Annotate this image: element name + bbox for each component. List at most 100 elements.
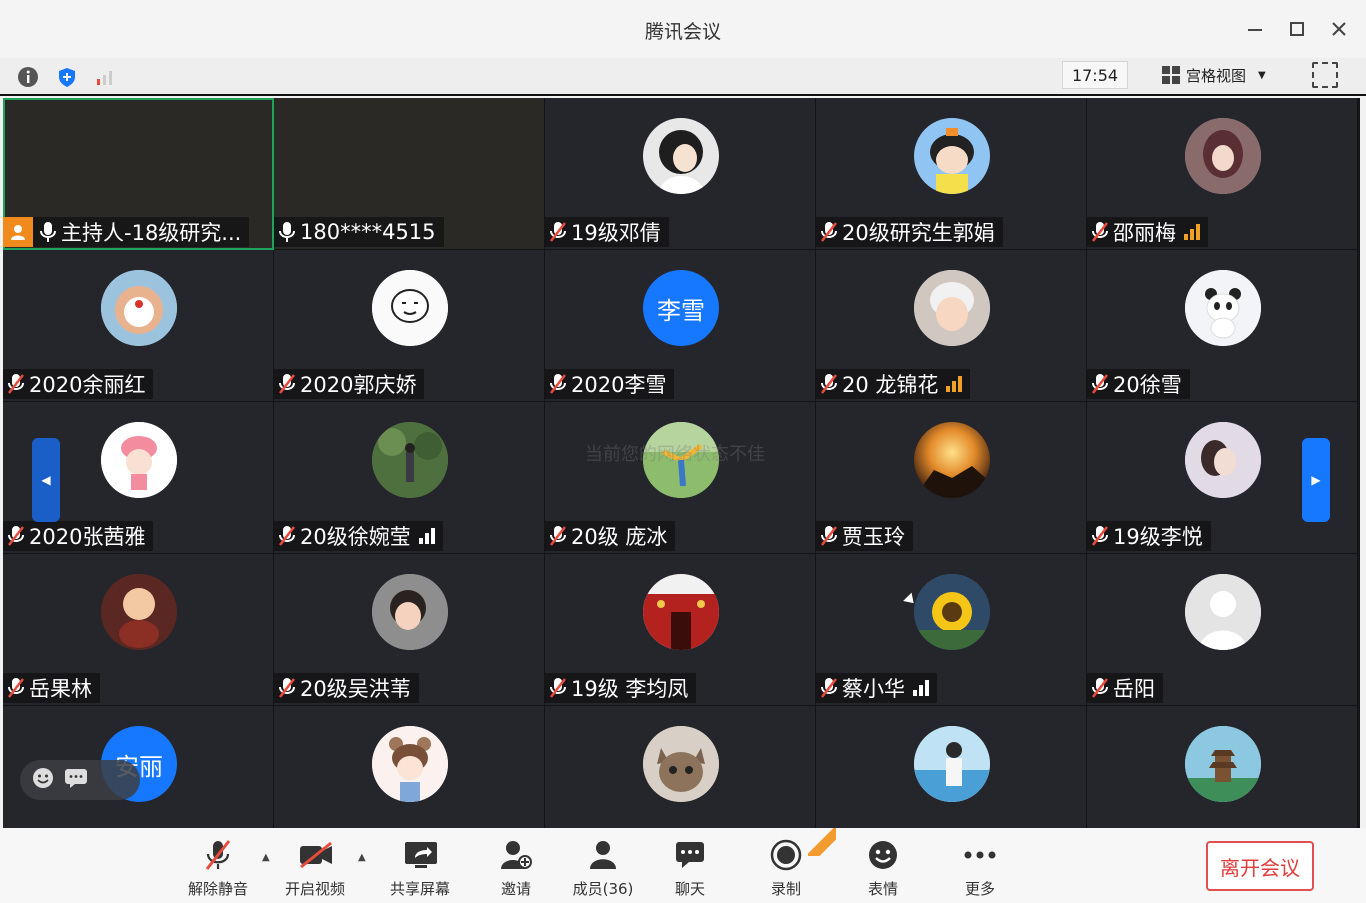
participant-tile[interactable]: 20级 庞冰 bbox=[545, 402, 816, 554]
participant-name: 岳果林 bbox=[29, 677, 92, 701]
participant-tile[interactable]: 20徐雪 bbox=[1087, 250, 1358, 402]
audio-options-chevron-icon[interactable]: ▲ bbox=[262, 852, 270, 863]
cartoon-girl-bear-avatar bbox=[372, 726, 448, 802]
participant-tile[interactable]: 李雪 2020李雪 bbox=[545, 250, 816, 402]
participant-tile[interactable]: 20级研究生郭娟 bbox=[816, 98, 1087, 250]
participant-tile[interactable]: 岳果林 bbox=[3, 554, 274, 706]
participant-tile[interactable]: 19级 李均凤 bbox=[545, 554, 816, 706]
participant-tile[interactable]: 贾玉玲 bbox=[816, 402, 1087, 554]
fullscreen-icon[interactable] bbox=[1312, 62, 1338, 88]
unmute-button[interactable]: 解除静音 bbox=[178, 838, 258, 899]
child-photo-avatar bbox=[372, 574, 448, 650]
mic-muted-icon bbox=[550, 222, 566, 242]
participant-name: 180****4515 bbox=[300, 220, 436, 244]
emoji-icon[interactable] bbox=[32, 767, 54, 793]
network-warning-text: 当前您的网络状态不佳 bbox=[585, 444, 765, 465]
members-button[interactable]: 成员(36) bbox=[563, 838, 643, 899]
participant-name: 20级徐婉莹 bbox=[300, 525, 411, 549]
record-button[interactable]: 录制 bbox=[746, 838, 826, 899]
leave-meeting-button[interactable]: 离开会议 bbox=[1206, 841, 1314, 891]
more-dots-icon bbox=[963, 838, 997, 872]
participant-name-bar: 20级研究生郭娟 bbox=[816, 217, 1003, 247]
participant-tile[interactable]: 20 龙锦花 bbox=[816, 250, 1087, 402]
panda-avatar bbox=[1185, 270, 1261, 346]
more-button[interactable]: 更多 bbox=[940, 838, 1020, 899]
participant-tile[interactable] bbox=[545, 706, 816, 828]
cat-avatar bbox=[643, 726, 719, 802]
participant-tile[interactable]: 2020余丽红 bbox=[3, 250, 274, 402]
participant-tile[interactable]: 邵丽梅 bbox=[1087, 98, 1358, 250]
participant-name: 邵丽梅 bbox=[1113, 221, 1176, 245]
participant-tile[interactable] bbox=[274, 706, 545, 828]
mic-on-icon bbox=[279, 222, 295, 242]
info-icon[interactable] bbox=[15, 64, 41, 90]
participant-name: 20 龙锦花 bbox=[842, 373, 939, 397]
signal-strength-icon[interactable] bbox=[92, 64, 118, 90]
mic-muted-icon bbox=[1092, 222, 1108, 242]
start-video-button[interactable]: 开启视频 bbox=[275, 838, 355, 899]
baby-photo-avatar bbox=[914, 270, 990, 346]
participant-tile[interactable]: 主持人-18级研究... bbox=[3, 98, 274, 250]
shield-icon[interactable] bbox=[54, 64, 80, 90]
mic-muted-icon bbox=[1092, 374, 1108, 394]
participant-name-bar: 20级吴洪苇 bbox=[274, 673, 419, 703]
participant-name: 19级 李均凤 bbox=[571, 677, 689, 701]
participant-name: 20徐雪 bbox=[1113, 373, 1182, 397]
cartoon-girl-pink-avatar bbox=[101, 422, 177, 498]
participant-tile[interactable] bbox=[816, 706, 1087, 828]
participant-tile[interactable] bbox=[1087, 706, 1358, 828]
participant-tile[interactable]: 180****4515 bbox=[274, 98, 545, 250]
audio-level-icon bbox=[946, 376, 963, 392]
page-next-button[interactable]: ▶ bbox=[1302, 438, 1330, 522]
window-title: 腾讯会议 bbox=[644, 21, 721, 43]
mic-muted-icon bbox=[550, 374, 566, 394]
participant-name-bar: 20级 庞冰 bbox=[545, 521, 676, 551]
audio-level-icon bbox=[1184, 224, 1200, 240]
share-screen-button[interactable]: 共享屏幕 bbox=[380, 838, 460, 899]
chat-icon bbox=[673, 838, 707, 872]
grid-view-dropdown[interactable]: 宫格视图 ▼ bbox=[1156, 61, 1288, 89]
minimize-icon[interactable] bbox=[1242, 16, 1268, 42]
mic-muted-icon bbox=[821, 222, 837, 242]
invite-button[interactable]: 邀请 bbox=[476, 838, 556, 899]
more-label: 更多 bbox=[964, 880, 995, 898]
maximize-icon[interactable] bbox=[1284, 16, 1310, 42]
mic-muted-icon bbox=[1092, 678, 1108, 698]
portrait-photo-avatar bbox=[1185, 422, 1261, 498]
participant-name-bar: 19级李悦 bbox=[1087, 521, 1211, 551]
audio-level-icon bbox=[913, 680, 929, 696]
participant-name: 贾玉玲 bbox=[842, 525, 905, 549]
reaction-button[interactable]: 表情 bbox=[843, 838, 923, 899]
meeting-toolbar: 17:54 宫格视图 ▼ bbox=[0, 58, 1366, 96]
participant-name-bar: 19级 李均凤 bbox=[545, 673, 697, 703]
participant-name: 20级吴洪苇 bbox=[300, 677, 411, 701]
video-options-chevron-icon[interactable]: ▲ bbox=[358, 852, 366, 863]
anime-avatar bbox=[1185, 118, 1261, 194]
participant-tile[interactable]: 蔡小华 bbox=[816, 554, 1087, 706]
anime-girl-avatar bbox=[643, 118, 719, 194]
participant-tile[interactable]: 岳阳 bbox=[1087, 554, 1358, 706]
participant-tile[interactable]: 20级吴洪苇 bbox=[274, 554, 545, 706]
participant-name: 2020郭庆娇 bbox=[300, 373, 417, 397]
buddha-doll-avatar bbox=[101, 574, 177, 650]
meeting-controls: 解除静音 ▲ 开启视频 ▲ 共享屏幕 邀请 成员(36) 聊天 录制 表情 更多… bbox=[0, 828, 1366, 903]
participant-tile[interactable]: 20级徐婉莹 bbox=[274, 402, 545, 554]
participant-name-bar: 2020李雪 bbox=[545, 369, 675, 399]
host-badge-icon bbox=[3, 217, 33, 247]
mic-muted-icon bbox=[821, 678, 837, 698]
cartoon-girl-avatar bbox=[914, 118, 990, 194]
reaction-label: 表情 bbox=[867, 880, 898, 898]
participant-name-bar: 20级徐婉莹 bbox=[274, 521, 443, 551]
add-user-icon bbox=[499, 838, 533, 872]
participant-name-bar: 岳果林 bbox=[3, 673, 100, 703]
outdoor-photo-avatar bbox=[372, 422, 448, 498]
title-bar: 腾讯会议 bbox=[0, 0, 1366, 58]
doraemon-avatar bbox=[101, 270, 177, 346]
chat-bubble-icon[interactable] bbox=[64, 767, 88, 793]
close-icon[interactable] bbox=[1326, 16, 1352, 42]
participant-tile[interactable]: 19级邓倩 bbox=[545, 98, 816, 250]
invite-label: 邀请 bbox=[500, 880, 531, 898]
page-prev-button[interactable]: ◀ bbox=[32, 438, 60, 522]
participant-tile[interactable]: 2020郭庆娇 bbox=[274, 250, 545, 402]
chat-button[interactable]: 聊天 bbox=[650, 838, 730, 899]
